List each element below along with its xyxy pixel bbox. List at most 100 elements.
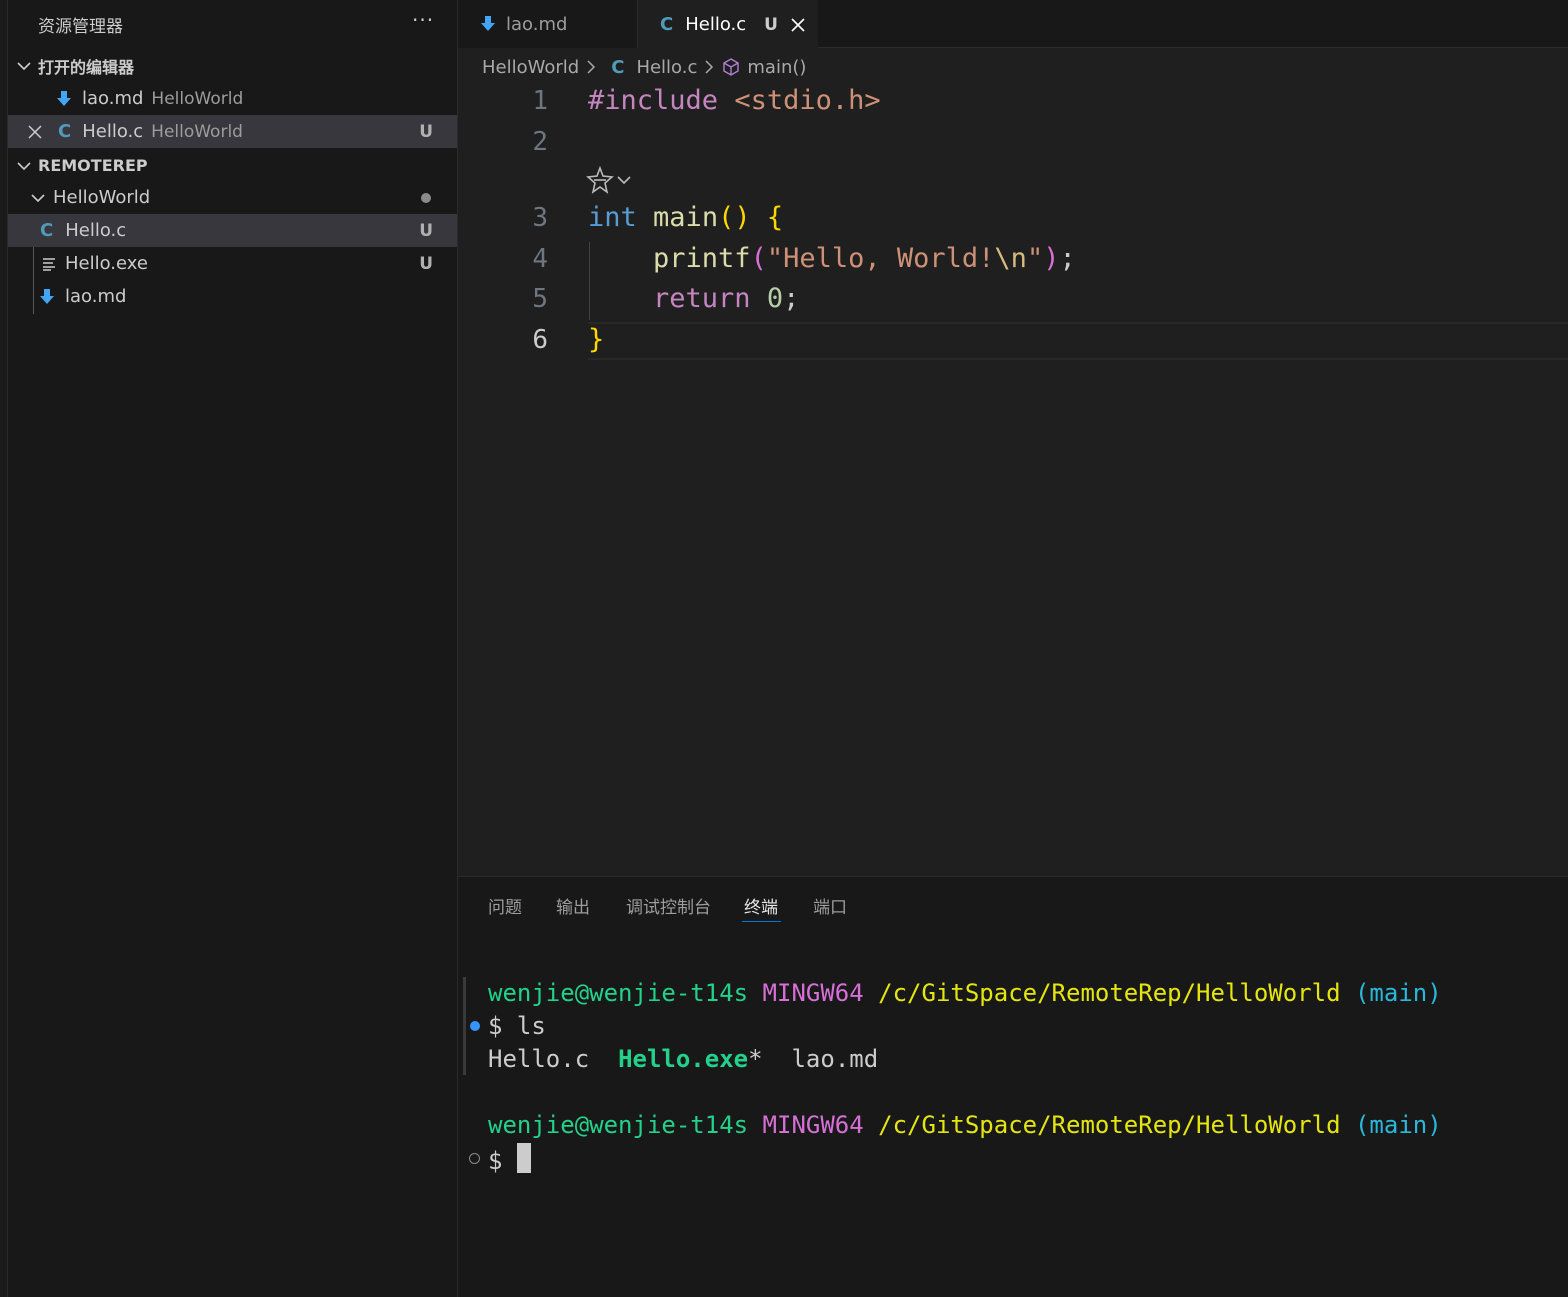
command-line-1: $ ls: [488, 1012, 546, 1040]
user-host: wenjie@wenjie-t14s: [488, 979, 749, 1007]
tab-label: Hello.c: [685, 14, 747, 35]
file-name: lao.md: [65, 286, 127, 307]
c-file-icon: C: [58, 121, 72, 142]
markdown-download-icon: [57, 90, 71, 106]
c-file-icon: C: [611, 56, 625, 78]
cwd-path: /c/GitSpace/RemoteRep/HelloWorld: [878, 979, 1341, 1007]
preprocessor-directive: #include: [588, 85, 719, 116]
open-editor-item-hello-c[interactable]: C Hello.c HelloWorld U: [8, 115, 457, 148]
open-editors-header[interactable]: 打开的编辑器: [8, 49, 457, 82]
semicolon: ;: [1059, 243, 1076, 274]
workspace-title: REMOTEREP: [38, 156, 148, 175]
modified-dot: [421, 192, 431, 203]
open-editor-name: lao.md: [82, 88, 144, 109]
file-item-lao-md[interactable]: lao.md: [8, 280, 457, 313]
git-branch: (main): [1354, 979, 1442, 1007]
open-editor-desc: HelloWorld: [151, 121, 243, 142]
exe-marker: *: [748, 1045, 763, 1073]
more-actions-button[interactable]: ···: [412, 8, 434, 32]
include-header: <stdio.h>: [734, 85, 881, 116]
env-name: MINGW64: [762, 1111, 864, 1139]
open-editors-title: 打开的编辑器: [38, 57, 135, 77]
tab-lao-md[interactable]: lao.md: [458, 0, 638, 48]
line-number: 2: [532, 127, 548, 157]
explorer-title: 资源管理器: [38, 17, 123, 37]
current-line-highlight: [588, 322, 1568, 360]
tab-hello-c[interactable]: C Hello.c U: [638, 0, 818, 49]
c-file-icon: C: [40, 220, 54, 241]
sparkle-star-icon: [586, 166, 614, 194]
prompt-line-2: wenjie@wenjie-t14s MINGW64 /c/GitSpace/R…: [488, 1111, 1442, 1139]
terminal-cursor: [516, 1143, 531, 1173]
line-number: 4: [532, 244, 548, 274]
cwd-path: /c/GitSpace/RemoteRep/HelloWorld: [878, 1111, 1341, 1139]
return-keyword: return: [653, 283, 751, 314]
chevron-right-icon: [587, 60, 596, 74]
terminal[interactable]: wenjie@wenjie-t14s MINGW64 /c/GitSpace/R…: [458, 877, 1568, 1297]
untracked-badge: U: [419, 253, 433, 274]
file-name: Hello.c: [65, 220, 127, 241]
breadcrumb: HelloWorld C Hello.c main(): [482, 54, 806, 80]
parens: (): [718, 202, 751, 233]
string-literal: "Hello, World!: [766, 243, 995, 274]
markdown-download-icon: [40, 288, 54, 304]
explorer-sidebar: 资源管理器 ··· 打开的编辑器 lao.md HelloWorld C Hel…: [0, 0, 458, 1297]
prompt-symbol: $: [488, 1012, 503, 1040]
string-literal-end: ": [1026, 243, 1044, 274]
code-editor[interactable]: 1 2 3 4 5 6 #include <stdio.h> int main(…: [458, 80, 1568, 876]
close-icon[interactable]: [27, 124, 43, 140]
breadcrumb-symbol[interactable]: main(): [747, 57, 806, 78]
breadcrumb-file[interactable]: Hello.c: [636, 57, 697, 78]
command-success-dot[interactable]: [470, 1021, 480, 1031]
close-paren: ): [1043, 243, 1060, 274]
untracked-badge: U: [419, 220, 433, 241]
prompt-symbol: $: [488, 1147, 503, 1175]
function-call: printf: [653, 243, 751, 274]
markdown-download-icon: [481, 16, 495, 31]
activity-edge: [0, 0, 8, 1297]
file-item-hello-exe[interactable]: Hello.exe U: [8, 247, 457, 280]
close-brace: }: [588, 324, 605, 355]
number-literal: 0: [766, 283, 784, 314]
command-pending-circle[interactable]: [469, 1153, 480, 1164]
folder-name: HelloWorld: [53, 187, 151, 208]
breadcrumb-folder[interactable]: HelloWorld: [482, 57, 579, 78]
function-name: main: [653, 202, 719, 233]
semicolon: ;: [783, 283, 800, 314]
bottom-panel: 问题 输出 调试控制台 终端 端口 wenjie@wenjie-t14s MIN…: [458, 876, 1568, 1297]
code-line-3: int main() {: [588, 202, 783, 233]
chevron-down-icon: [17, 161, 31, 170]
git-branch: (main): [1354, 1111, 1442, 1139]
workspace-header[interactable]: REMOTEREP: [8, 149, 457, 182]
code-line-6: }: [588, 324, 604, 355]
env-name: MINGW64: [762, 979, 864, 1007]
chevron-down-icon: [31, 193, 45, 202]
untracked-badge: U: [764, 14, 778, 35]
line-number: 5: [532, 284, 548, 314]
folder-helloworld[interactable]: HelloWorld: [8, 181, 457, 214]
prompt-line-1: wenjie@wenjie-t14s MINGW64 /c/GitSpace/R…: [488, 979, 1442, 1007]
ls-output: Hello.c Hello.exe* lao.md: [488, 1045, 878, 1073]
command-text: ls: [516, 1012, 546, 1040]
command-line-2: $: [488, 1143, 531, 1175]
lines-file-icon: [43, 257, 55, 271]
cube-method-icon: [723, 58, 740, 76]
chevron-down-icon: [617, 176, 631, 185]
ls-item: Hello.c: [488, 1045, 590, 1073]
c-file-icon: C: [660, 14, 674, 35]
tab-label: lao.md: [506, 13, 568, 35]
ls-item: lao.md: [791, 1045, 879, 1073]
open-editor-item-lao-md[interactable]: lao.md HelloWorld: [8, 82, 457, 115]
editor-tabs: lao.md C Hello.c U: [458, 0, 1568, 49]
open-paren: (: [750, 243, 767, 274]
file-name: Hello.exe: [65, 253, 148, 274]
inline-ai-hint[interactable]: [586, 166, 632, 194]
close-icon[interactable]: [790, 17, 806, 33]
chevron-down-icon: [17, 61, 31, 70]
open-editor-desc: HelloWorld: [151, 88, 244, 109]
chevron-right-icon: [705, 60, 714, 74]
file-item-hello-c[interactable]: C Hello.c U: [8, 214, 457, 247]
code-line-4: printf("Hello, World!\n");: [588, 243, 1076, 274]
ls-item-exe: Hello.exe: [618, 1045, 749, 1073]
line-number: 6: [532, 325, 548, 355]
